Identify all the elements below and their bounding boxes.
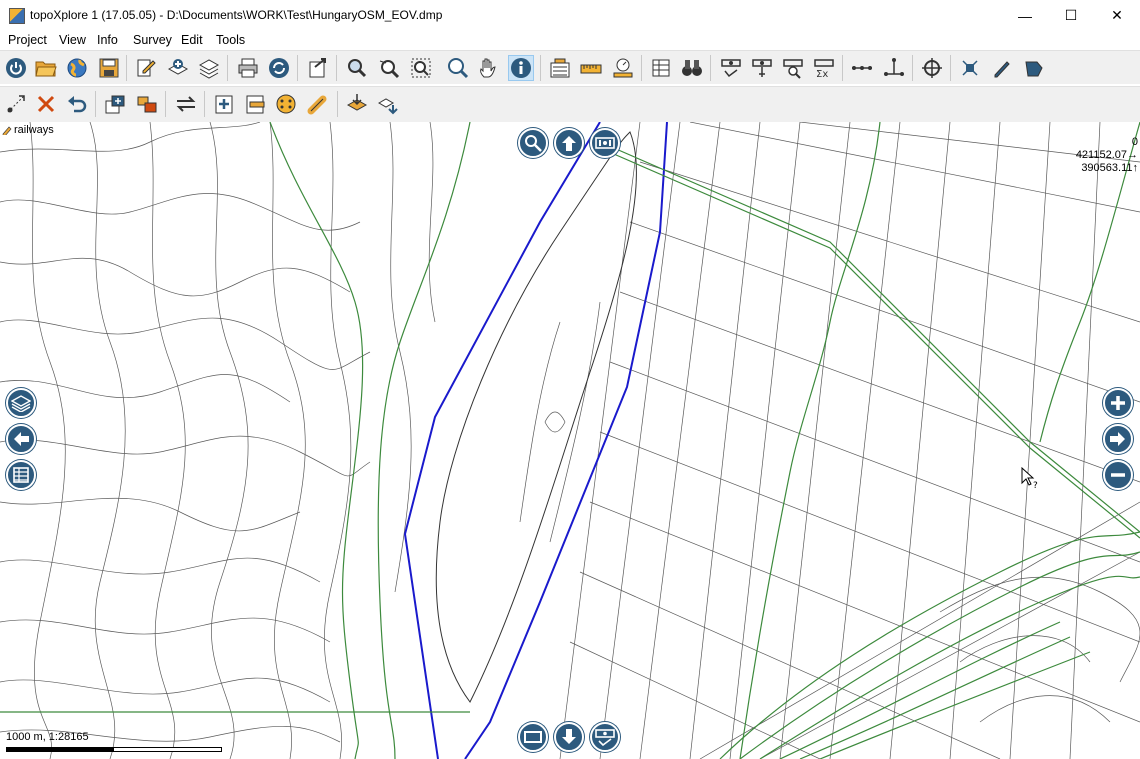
zoom-window-icon[interactable] xyxy=(408,55,434,81)
point-tool-icon[interactable] xyxy=(881,55,907,81)
pencil-icon xyxy=(2,126,12,135)
svg-text:?: ? xyxy=(1033,481,1038,489)
minimize-button[interactable]: — xyxy=(1002,0,1048,31)
svg-text:Σx: Σx xyxy=(816,69,828,79)
scale-label: 1000 m, 1:28165 xyxy=(6,731,89,743)
pan-up-icon[interactable] xyxy=(554,128,584,158)
swap-icon[interactable] xyxy=(173,91,199,117)
menu-project[interactable]: Project xyxy=(8,33,47,47)
info-icon[interactable] xyxy=(508,55,534,81)
coord-y: 390563.11↑ xyxy=(1081,162,1138,174)
menu-bar: Project View Info Survey Edit Tools xyxy=(0,31,1140,51)
pan-right-icon[interactable] xyxy=(1103,424,1133,454)
binoculars-icon[interactable] xyxy=(679,55,705,81)
pan-left-icon[interactable] xyxy=(6,424,36,454)
edit-document-icon[interactable] xyxy=(133,55,159,81)
layers-icon[interactable] xyxy=(196,55,222,81)
undo-icon[interactable] xyxy=(64,91,90,117)
zoom-select-icon[interactable] xyxy=(376,55,402,81)
help-cursor-icon: ? xyxy=(1021,467,1038,489)
add-layer-icon[interactable] xyxy=(165,55,191,81)
save-icon[interactable] xyxy=(96,55,122,81)
export-icon[interactable] xyxy=(305,55,331,81)
link-icon[interactable] xyxy=(305,91,331,117)
survey-edit-overlay-icon[interactable] xyxy=(590,722,620,752)
move-layer-icon[interactable] xyxy=(134,91,160,117)
window-title: topoXplore 1 (17.05.05) - D:\Documents\W… xyxy=(30,8,443,22)
maximize-button[interactable]: ☐ xyxy=(1048,0,1094,31)
table-icon[interactable] xyxy=(648,55,674,81)
pick-point-icon[interactable] xyxy=(3,91,29,117)
maximize-icon: ☐ xyxy=(1064,7,1078,23)
layer-name: railways xyxy=(14,124,54,136)
minimize-icon: — xyxy=(1018,7,1032,24)
polygon-icon[interactable] xyxy=(1021,55,1047,81)
refresh-icon[interactable] xyxy=(266,55,292,81)
map-properties-icon[interactable] xyxy=(547,55,573,81)
menu-info[interactable]: Info xyxy=(97,33,118,47)
survey-overlay-icon[interactable] xyxy=(590,128,620,158)
import-layers-icon[interactable] xyxy=(375,91,401,117)
zoom-icon[interactable] xyxy=(445,55,471,81)
fullscreen-icon[interactable] xyxy=(518,722,548,752)
layers-overlay-icon[interactable] xyxy=(6,388,36,418)
globe-icon[interactable] xyxy=(64,55,90,81)
map-drawing xyxy=(0,122,1140,759)
survey-edit-icon[interactable] xyxy=(749,55,775,81)
copy-layer-icon[interactable] xyxy=(102,91,128,117)
zoom-search-icon[interactable] xyxy=(518,128,548,158)
print-icon[interactable] xyxy=(235,55,261,81)
main-toolbar: Σx xyxy=(0,50,1140,84)
scale-bar xyxy=(6,747,222,752)
menu-view[interactable]: View xyxy=(59,33,86,47)
zoom-out-icon[interactable] xyxy=(1103,460,1133,490)
active-layer-label: railways xyxy=(2,124,54,136)
menu-tools[interactable]: Tools xyxy=(216,33,245,47)
zoom-in-icon[interactable] xyxy=(1103,388,1133,418)
add-object-icon[interactable] xyxy=(211,91,237,117)
delete-icon[interactable] xyxy=(33,91,59,117)
edit-toolbar xyxy=(0,86,1140,122)
cut-object-icon[interactable] xyxy=(242,91,268,117)
survey-calc-icon[interactable]: Σx xyxy=(811,55,837,81)
open-folder-icon[interactable] xyxy=(33,55,59,81)
coord-x: 421152.07→ xyxy=(1075,149,1138,161)
power-icon[interactable] xyxy=(3,55,29,81)
close-button[interactable]: ✕ xyxy=(1094,0,1140,31)
zoom-area-icon[interactable] xyxy=(344,55,370,81)
pan-down-icon[interactable] xyxy=(554,722,584,752)
table-overlay-icon[interactable] xyxy=(6,460,36,490)
measure-icon[interactable] xyxy=(610,55,636,81)
coord-zero: 0 xyxy=(1131,136,1138,148)
app-icon xyxy=(9,8,25,24)
title-bar: topoXplore 1 (17.05.05) - D:\Documents\W… xyxy=(0,0,1140,31)
line-tool-icon[interactable] xyxy=(849,55,875,81)
close-icon: ✕ xyxy=(1111,7,1123,23)
merge-icon[interactable] xyxy=(273,91,299,117)
pen-icon[interactable] xyxy=(989,55,1015,81)
stack-layers-icon[interactable] xyxy=(344,91,370,117)
survey-point-icon[interactable] xyxy=(718,55,744,81)
map-canvas[interactable]: railways 0 421152.07→ 390563.11↑ 1000 m,… xyxy=(0,122,1140,759)
survey-search-icon[interactable] xyxy=(780,55,806,81)
menu-survey[interactable]: Survey xyxy=(133,33,172,47)
menu-edit[interactable]: Edit xyxy=(181,33,203,47)
target-icon[interactable] xyxy=(919,55,945,81)
pan-hand-icon[interactable] xyxy=(476,55,502,81)
node-icon[interactable] xyxy=(957,55,983,81)
ruler-icon[interactable] xyxy=(578,55,604,81)
